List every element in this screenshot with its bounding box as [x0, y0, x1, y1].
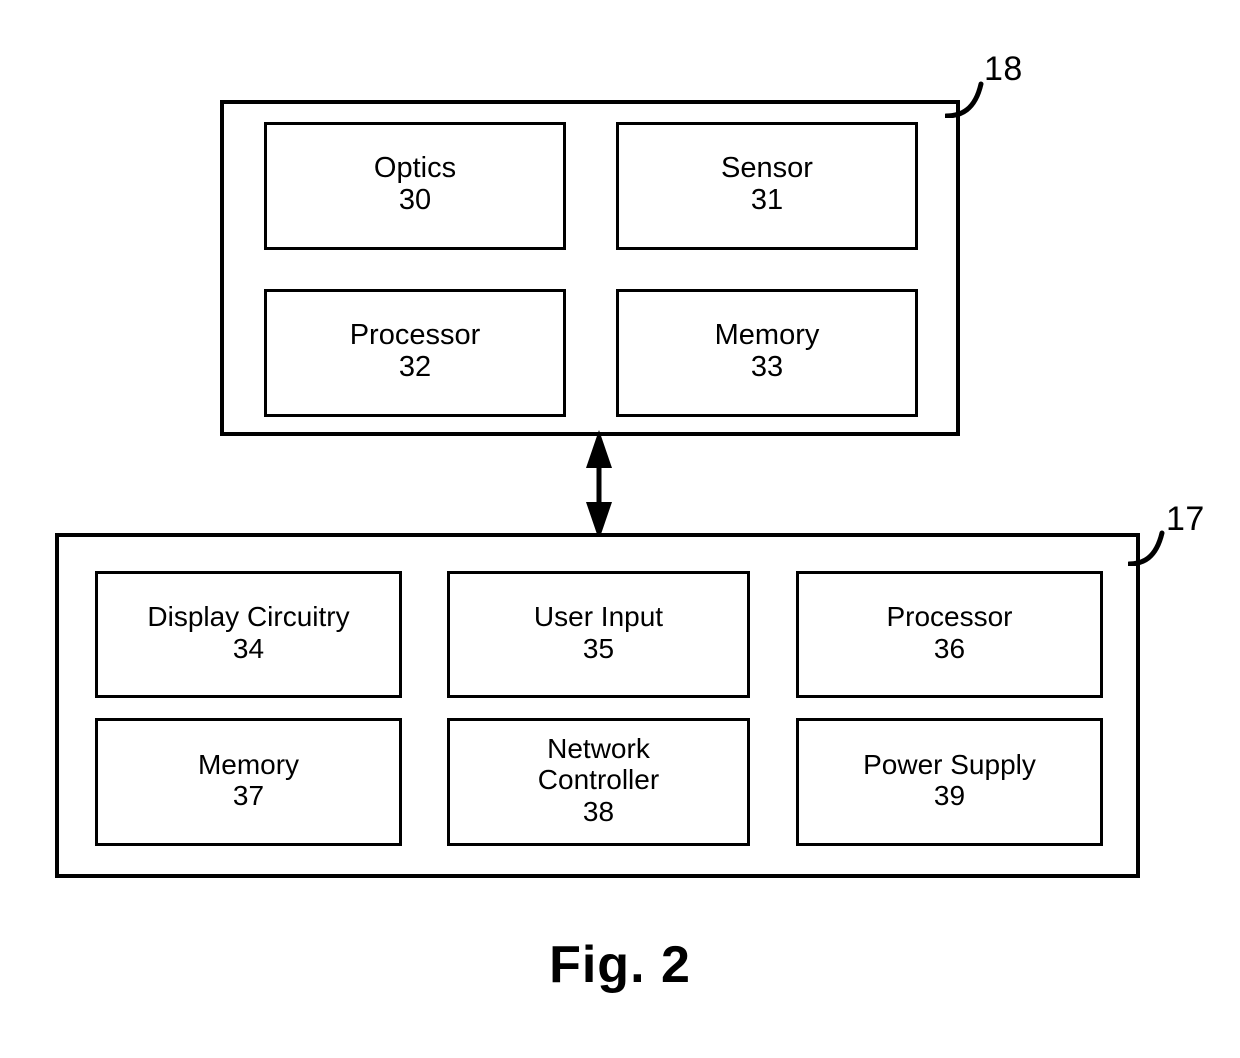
- block-host-memory-label: Memory: [197, 748, 300, 780]
- reference-numeral-17: 17: [1166, 500, 1205, 538]
- block-host-processor-ref: 36: [933, 632, 966, 664]
- block-network-controller[interactable]: Network Controller 38: [447, 718, 750, 846]
- block-host-processor-label: Processor: [886, 601, 1013, 633]
- camera-module-container: Optics 30 Sensor 31 Processor 32 Memory …: [220, 100, 960, 436]
- block-display-circuitry-ref: 34: [232, 632, 265, 664]
- block-network-controller-ref: 38: [582, 795, 615, 827]
- block-camera-memory[interactable]: Memory 33: [616, 289, 918, 417]
- block-power-supply-ref: 39: [933, 780, 966, 811]
- block-host-memory-ref: 37: [232, 780, 265, 811]
- block-camera-memory-label: Memory: [714, 318, 820, 351]
- reference-numeral-18: 18: [984, 50, 1023, 88]
- block-user-input-ref: 35: [582, 632, 615, 664]
- block-camera-processor[interactable]: Processor 32: [264, 289, 566, 417]
- block-camera-processor-label: Processor: [349, 318, 481, 351]
- block-host-memory[interactable]: Memory 37: [95, 718, 402, 846]
- block-display-circuitry[interactable]: Display Circuitry 34: [95, 571, 402, 698]
- figure-caption: Fig. 2: [549, 936, 691, 994]
- block-network-controller-label: Network Controller: [537, 732, 660, 796]
- figure-canvas: Optics 30 Sensor 31 Processor 32 Memory …: [0, 0, 1240, 1058]
- block-power-supply-label: Power Supply: [863, 748, 1036, 780]
- block-optics-label: Optics: [373, 151, 457, 184]
- bidirectional-connector-arrow-icon: [586, 430, 612, 540]
- block-power-supply[interactable]: Power Supply 39: [796, 718, 1103, 846]
- host-device-container: Display Circuitry 34 User Input 35 Proce…: [55, 533, 1140, 878]
- block-optics[interactable]: Optics 30: [264, 122, 566, 250]
- block-optics-ref: 30: [398, 184, 432, 216]
- block-sensor[interactable]: Sensor 31: [616, 122, 918, 250]
- block-sensor-ref: 31: [750, 184, 784, 216]
- block-user-input[interactable]: User Input 35: [447, 571, 750, 698]
- block-display-circuitry-label: Display Circuitry: [147, 601, 350, 633]
- block-camera-processor-ref: 32: [398, 351, 432, 383]
- block-host-processor[interactable]: Processor 36: [796, 571, 1103, 698]
- block-sensor-label: Sensor: [721, 151, 813, 184]
- block-camera-memory-ref: 33: [750, 351, 784, 383]
- block-user-input-label: User Input: [533, 601, 664, 633]
